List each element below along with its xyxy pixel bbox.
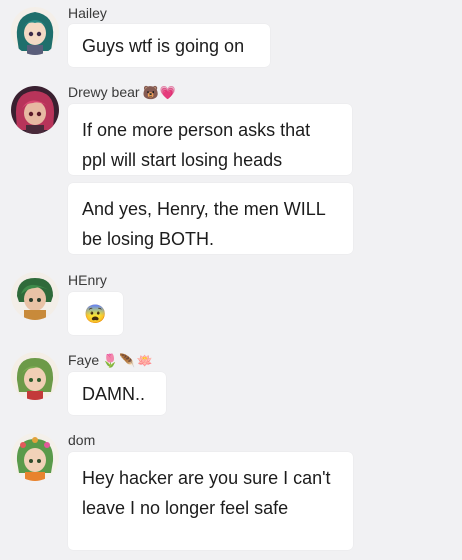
message-text: Guys wtf is going on: [82, 35, 245, 56]
message-bubble[interactable]: 😨: [68, 292, 123, 335]
message-text: Hey hacker are you sure I can't leave I …: [82, 468, 331, 518]
avatar-henry-image: [11, 272, 59, 320]
username[interactable]: Faye 🌷🪶🪷: [68, 352, 154, 369]
message-bubble[interactable]: And yes, Henry, the men WILL be losing B…: [68, 183, 353, 254]
avatar[interactable]: [11, 352, 59, 400]
avatar[interactable]: [11, 272, 59, 320]
avatar-dom-image: [11, 433, 59, 481]
username-text: Drewy bear: [68, 84, 140, 100]
message-text: DAMN..: [82, 383, 145, 404]
username-text: HEnry: [68, 272, 107, 288]
username-text: Hailey: [68, 5, 107, 21]
avatar[interactable]: [11, 433, 59, 481]
username[interactable]: dom: [68, 432, 95, 448]
avatar[interactable]: [11, 86, 59, 134]
message-bubble[interactable]: DAMN..: [68, 372, 166, 415]
username[interactable]: HEnry: [68, 272, 107, 288]
message-text: 😨: [84, 303, 107, 324]
username[interactable]: Drewy bear 🐻💗: [68, 84, 177, 101]
avatar-drewy-bear-image: [11, 86, 59, 134]
message-text: And yes, Henry, the men WILL be losing B…: [82, 199, 326, 249]
username-emoji-badges: 🌷🪶🪷: [102, 353, 154, 368]
avatar-hailey-image: [11, 7, 59, 55]
username-text: Faye: [68, 352, 100, 368]
message-bubble[interactable]: Hey hacker are you sure I can't leave I …: [68, 452, 353, 550]
avatar-faye-image: [11, 352, 59, 400]
username-emoji-badges: 🐻💗: [142, 85, 177, 100]
avatar[interactable]: [11, 7, 59, 55]
username-text: dom: [68, 432, 96, 448]
message-text: If one more person asks that ppl will st…: [82, 120, 311, 170]
message-bubble[interactable]: Guys wtf is going on: [68, 24, 270, 67]
message-bubble[interactable]: If one more person asks that ppl will st…: [68, 104, 352, 175]
username[interactable]: Hailey: [68, 5, 107, 21]
